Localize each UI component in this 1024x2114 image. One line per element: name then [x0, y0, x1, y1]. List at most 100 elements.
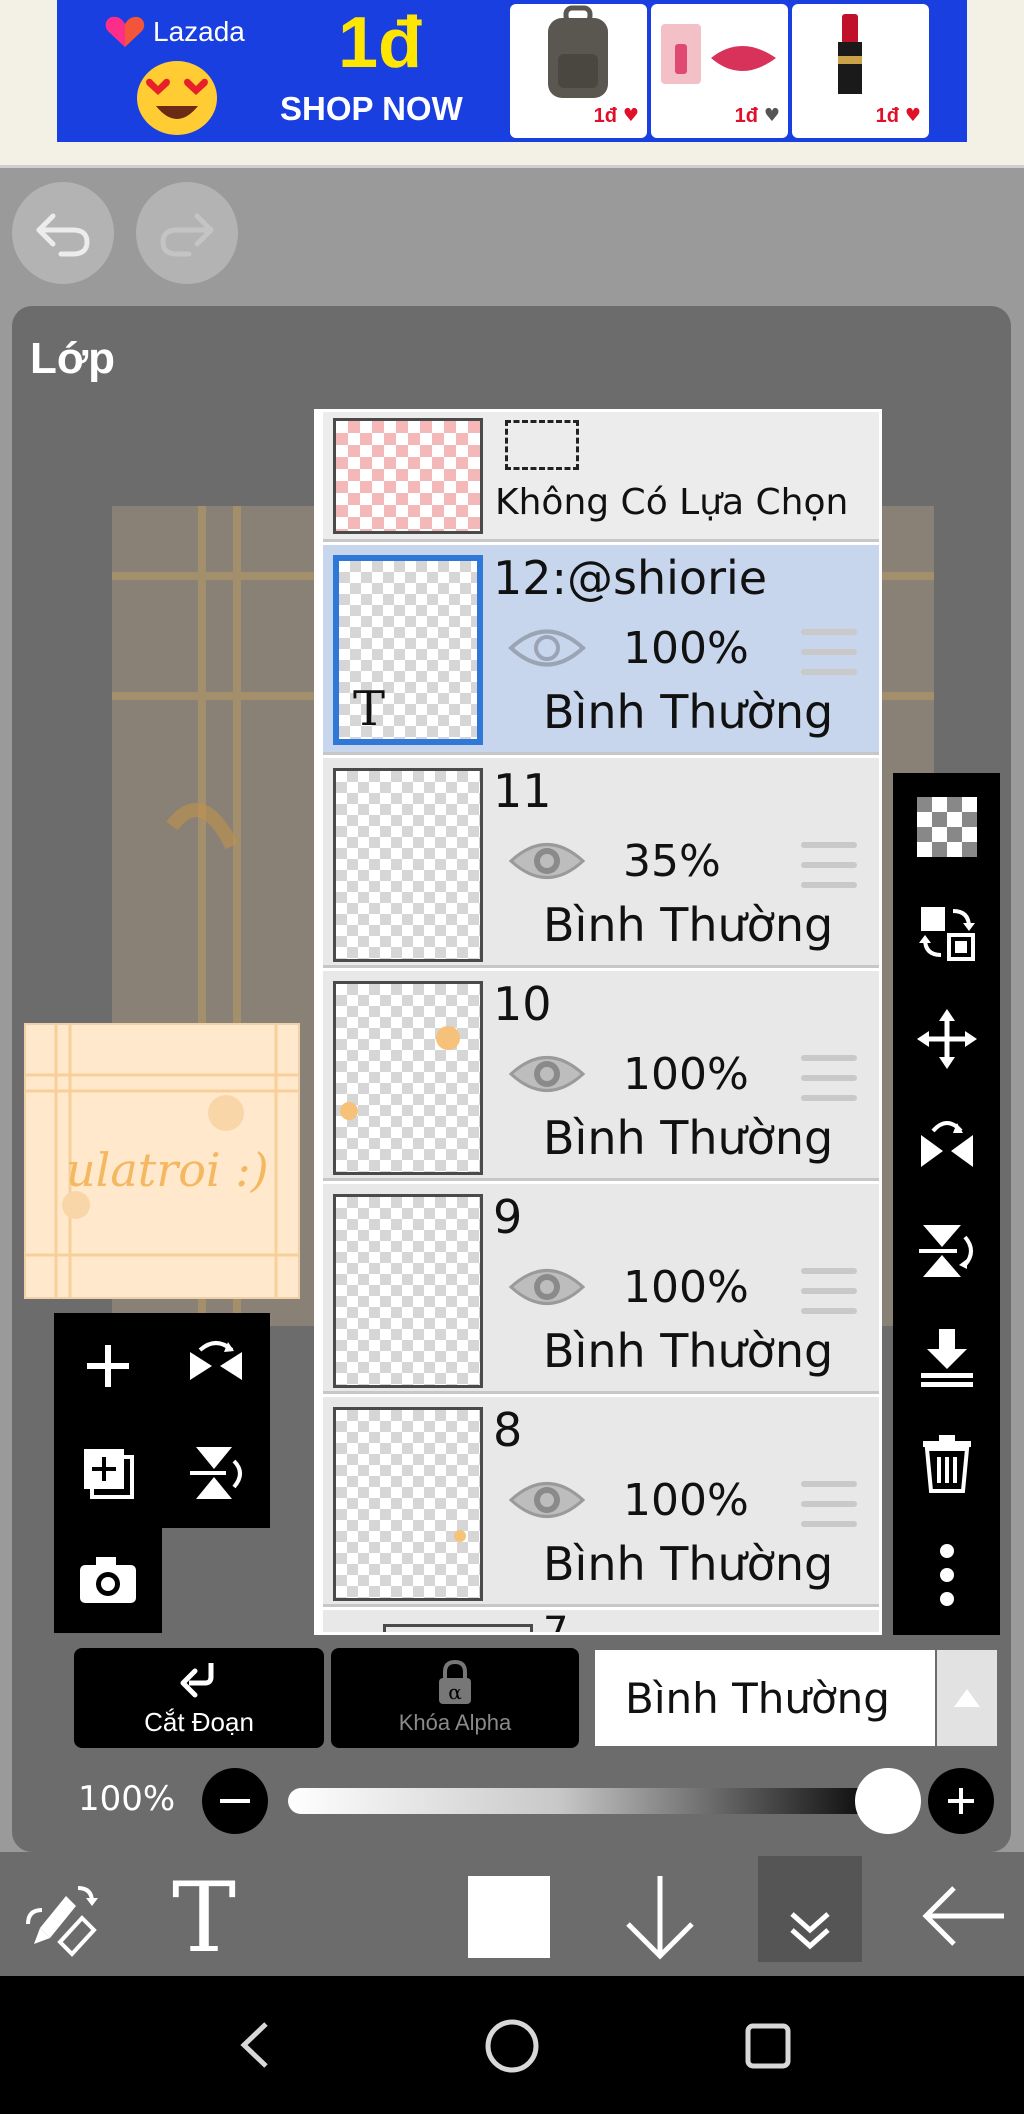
alpha-lock-label: Khóa Alpha: [398, 1710, 512, 1735]
eye-icon[interactable]: [507, 1049, 587, 1099]
layer-thumbnail: [333, 1407, 483, 1601]
alpha-lock-icon: α: [439, 1660, 471, 1704]
opacity-slider-knob[interactable]: [855, 1768, 921, 1834]
drag-handle-icon[interactable]: [801, 1268, 857, 1314]
layer-row[interactable]: 9 100% Bình Thường: [323, 1184, 879, 1394]
ad-product-lipstick-swatch[interactable]: 1đ ♥: [651, 4, 788, 138]
copy-layer-button[interactable]: [78, 1443, 138, 1503]
delete-layer-button[interactable]: [917, 1433, 977, 1493]
nav-back-button[interactable]: [236, 2020, 276, 2070]
camera-icon: [80, 1557, 136, 1603]
swap-layer-icon: [919, 907, 975, 961]
layer-thumbnail: [333, 981, 483, 1175]
move-button[interactable]: [917, 1009, 977, 1069]
flip-vertical-layer-button[interactable]: [917, 1221, 977, 1281]
color-swatch[interactable]: [468, 1876, 550, 1958]
triangle-up-icon: [954, 1689, 980, 1707]
flip-vertical-button[interactable]: [186, 1443, 246, 1503]
layer-blend: Bình Thường: [543, 898, 834, 952]
flip-v-icon: [190, 1447, 242, 1499]
drag-handle-icon[interactable]: [801, 1481, 857, 1527]
flip-horizontal-layer-button[interactable]: [917, 1115, 977, 1175]
layer-thumbnail: [333, 768, 483, 962]
layer-row[interactable]: T 12:@shiorie 100% Bình Thường: [323, 545, 879, 755]
ad-price: 1đ: [338, 3, 423, 83]
flip-h-icon: [190, 1341, 242, 1380]
arrow-down-button[interactable]: [622, 1872, 698, 1962]
redo-icon: [160, 213, 214, 257]
layer-row[interactable]: 10 100% Bình Thường: [323, 971, 879, 1181]
minus-icon: [220, 1799, 250, 1803]
blend-mode-toggle[interactable]: [937, 1650, 997, 1746]
opacity-slider[interactable]: [288, 1788, 888, 1814]
transparent-layer-button[interactable]: [917, 797, 977, 857]
redo-button[interactable]: [136, 182, 238, 284]
layer-name: 8: [493, 1403, 523, 1457]
nav-home-button[interactable]: [484, 2018, 540, 2074]
eye-icon[interactable]: [507, 623, 587, 673]
layer-row[interactable]: 8 100% Bình Thường: [323, 1397, 879, 1607]
thumbnail-text: ulatroi :): [66, 1143, 269, 1197]
layer-name: 9: [493, 1190, 523, 1244]
eye-icon[interactable]: [507, 1475, 587, 1525]
layer-opacity: 100%: [623, 623, 749, 674]
add-layer-icon: [87, 1345, 129, 1387]
add-layer-button[interactable]: [78, 1336, 138, 1396]
swap-tools-button[interactable]: [20, 1878, 100, 1958]
merge-down-button[interactable]: [917, 1327, 977, 1387]
back-button[interactable]: [920, 1884, 1006, 1948]
trash-icon: [923, 1435, 971, 1493]
nav-back-icon: [240, 2022, 268, 2068]
drag-handle-icon[interactable]: [801, 1055, 857, 1101]
selection-layer-row[interactable]: Không Có Lựa Chọn: [323, 412, 879, 542]
heart-eyes-emoji-icon: [137, 61, 217, 135]
layer-row[interactable]: 11 35% Bình Thường: [323, 758, 879, 968]
layer-name: 7: [543, 1609, 569, 1635]
more-options-button[interactable]: [917, 1544, 977, 1606]
nav-recents-icon: [745, 2023, 791, 2069]
heart-icon: ♥: [763, 105, 780, 126]
layer-list[interactable]: Không Có Lựa Chọn T 12:@shiorie 100% Bìn…: [314, 409, 882, 1635]
ad-product-backpack[interactable]: 1đ ♥: [510, 4, 647, 138]
alpha-lock-button[interactable]: α Khóa Alpha: [331, 1648, 579, 1748]
layer-thumbnail: T: [333, 555, 483, 745]
plus-icon: [948, 1788, 974, 1814]
undo-button[interactable]: [12, 182, 114, 284]
layer-row-partial[interactable]: 7: [323, 1609, 879, 1635]
ad-product-price: 1đ: [875, 105, 899, 127]
clipping-button[interactable]: Cắt Đoạn: [74, 1648, 324, 1748]
blend-mode-select[interactable]: Bình Thường: [595, 1650, 935, 1746]
collapse-button[interactable]: [782, 1884, 838, 1964]
ad-product-lipstick[interactable]: 1đ ♥: [792, 4, 929, 138]
selection-label: Không Có Lựa Chọn: [495, 482, 849, 523]
layer-opacity: 35%: [623, 836, 721, 887]
camera-button[interactable]: [78, 1550, 138, 1610]
nav-home-icon: [485, 2019, 539, 2073]
ad-product-price: 1đ: [593, 105, 617, 127]
layer-blend: Bình Thường: [543, 1111, 834, 1165]
clip-arrow-icon: [180, 1662, 214, 1697]
ad-brand: Lazada: [105, 12, 245, 52]
opacity-decrease-button[interactable]: [202, 1768, 268, 1834]
panel-title: Lớp: [30, 334, 116, 383]
drag-handle-icon[interactable]: [801, 842, 857, 888]
ad-shop-now[interactable]: SHOP NOW: [280, 90, 463, 128]
drag-handle-icon[interactable]: [801, 629, 857, 675]
swap-layer-button[interactable]: [917, 903, 977, 963]
arrow-down-icon: [626, 1876, 694, 1960]
canvas-thumbnail[interactable]: ulatroi :): [24, 1023, 300, 1299]
clip-label: Cắt Đoạn: [144, 1706, 254, 1737]
eye-icon[interactable]: [507, 1262, 587, 1312]
opacity-increase-button[interactable]: [928, 1768, 994, 1834]
layer-thumbnail: [383, 1624, 533, 1632]
eye-icon[interactable]: [507, 836, 587, 886]
text-tool-button[interactable]: T: [172, 1868, 236, 1968]
flip-horizontal-icon: [921, 1121, 973, 1167]
text-layer-icon: T: [353, 681, 386, 737]
layer-blend: Bình Thường: [543, 685, 834, 739]
layer-name: 10: [493, 977, 552, 1031]
layer-actions-toolbar: [893, 773, 1000, 1635]
svg-text:α: α: [448, 1680, 462, 1704]
nav-recents-button[interactable]: [744, 2022, 792, 2070]
flip-horizontal-button[interactable]: [186, 1336, 246, 1396]
